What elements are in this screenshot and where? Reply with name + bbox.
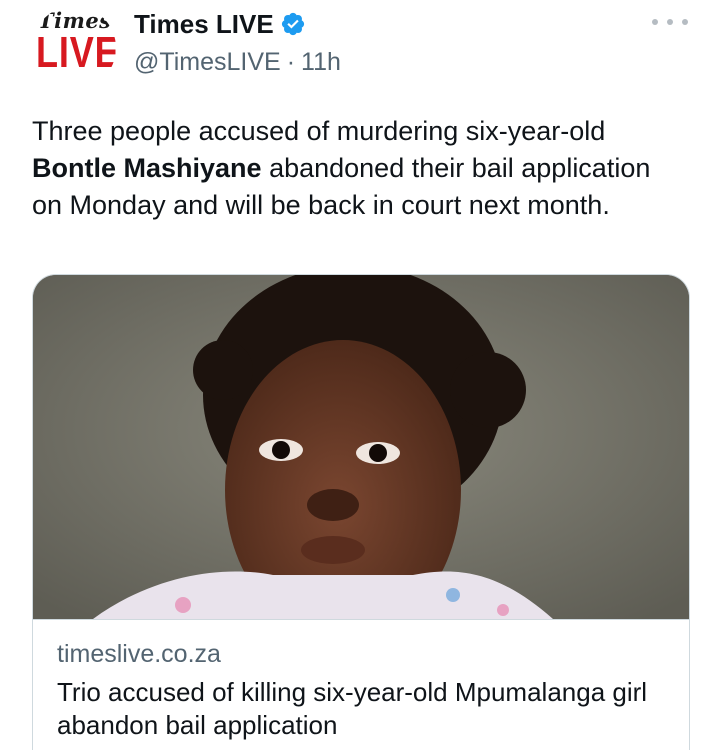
display-name-row: Times LIVE — [134, 6, 341, 42]
tweet-text-part-1: Three people accused of murdering six-ye… — [32, 116, 606, 146]
tweet-text: Three people accused of murdering six-ye… — [32, 113, 672, 224]
card-photo-girl — [33, 275, 689, 619]
meta-row: @TimesLIVE · 11h — [134, 46, 341, 78]
avatar-logo-bottom: LIVE — [36, 28, 116, 77]
card-title[interactable]: Trio accused of killing six-year-old Mpu… — [57, 676, 677, 742]
card-image[interactable] — [33, 275, 689, 619]
timestamp[interactable]: 11h — [301, 48, 341, 77]
verified-badge-icon — [281, 12, 304, 36]
more-dot — [682, 19, 688, 25]
tweet-text-bold-name: Bontle Mashiyane — [32, 153, 262, 183]
avatar[interactable]: Times LIVE — [32, 6, 116, 90]
more-options-icon[interactable] — [652, 12, 688, 32]
more-dot — [652, 19, 658, 25]
tweet[interactable]: Times LIVE Times LIVE @TimesLIVE · 11h T — [0, 0, 720, 750]
card-info: timeslive.co.za Trio accused of killing … — [33, 619, 689, 750]
tweet-header: Times LIVE Times LIVE @TimesLIVE · 11h — [32, 6, 700, 90]
author-info: Times LIVE @TimesLIVE · 11h — [134, 6, 341, 78]
card-domain: timeslive.co.za — [57, 640, 221, 668]
link-card[interactable]: timeslive.co.za Trio accused of killing … — [32, 274, 690, 750]
handle[interactable]: @TimesLIVE — [134, 48, 281, 77]
separator-dot: · — [286, 47, 296, 76]
display-name[interactable]: Times LIVE — [134, 9, 274, 40]
more-dot — [667, 19, 673, 25]
